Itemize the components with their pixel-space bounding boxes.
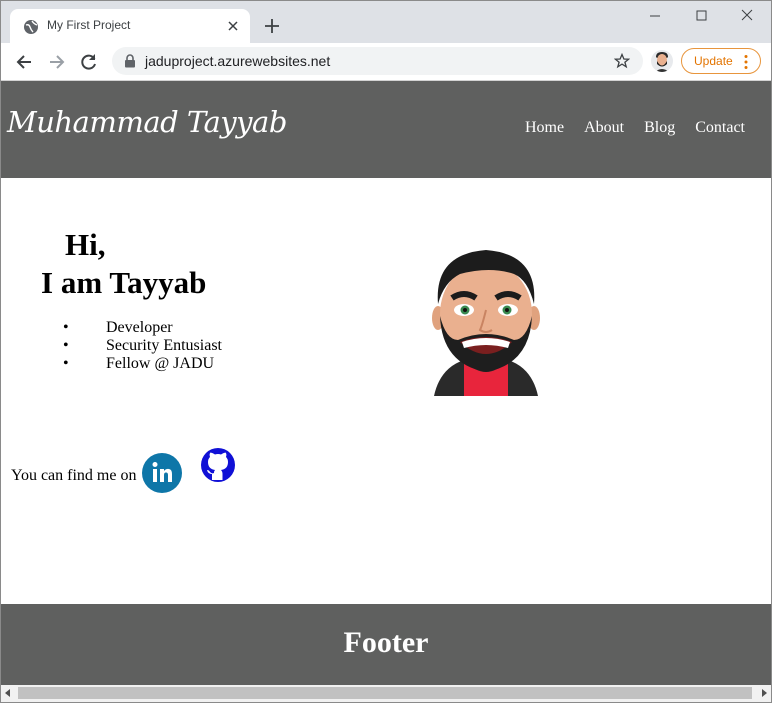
address-bar[interactable]: jaduproject.azurewebsites.net bbox=[112, 47, 643, 75]
avatar-image bbox=[432, 250, 540, 396]
window-close-icon[interactable] bbox=[736, 7, 758, 25]
back-icon[interactable] bbox=[14, 52, 34, 72]
linkedin-icon bbox=[152, 462, 172, 482]
site-footer: Footer bbox=[1, 604, 771, 685]
nav-blog[interactable]: Blog bbox=[644, 119, 675, 136]
tab-strip: My First Project bbox=[1, 1, 771, 43]
list-item: Fellow @ JADU bbox=[63, 355, 222, 373]
nav-contact[interactable]: Contact bbox=[695, 119, 745, 136]
greeting-line-1: Hi, bbox=[65, 227, 106, 262]
web-page: Muhammad Tayyab Home About Blog Contact … bbox=[1, 81, 771, 685]
url-text[interactable]: jaduproject.azurewebsites.net bbox=[145, 53, 330, 69]
close-icon[interactable] bbox=[226, 19, 240, 33]
forward-icon[interactable] bbox=[47, 52, 67, 72]
nav-about[interactable]: About bbox=[584, 119, 624, 136]
globe-icon bbox=[24, 20, 38, 34]
star-icon[interactable] bbox=[614, 53, 630, 69]
github-icon[interactable] bbox=[200, 447, 236, 483]
scroll-right-icon[interactable] bbox=[759, 688, 769, 698]
tab-my-first-project[interactable]: My First Project bbox=[10, 9, 250, 43]
list-item: Developer bbox=[63, 319, 222, 337]
nav-home[interactable]: Home bbox=[525, 119, 564, 136]
reload-icon[interactable] bbox=[79, 52, 99, 72]
avatar bbox=[655, 52, 669, 72]
scrollbar-thumb[interactable] bbox=[18, 687, 752, 699]
roles-list: Developer Security Entusiast Fellow @ JA… bbox=[63, 319, 222, 373]
site-nav: Home About Blog Contact bbox=[509, 119, 745, 137]
plus-icon[interactable] bbox=[263, 17, 281, 35]
browser-toolbar: jaduproject.azurewebsites.net Update bbox=[1, 43, 771, 81]
minimize-icon[interactable] bbox=[644, 7, 666, 25]
greeting-line-2: I am Tayyab bbox=[41, 265, 207, 300]
browser-window: My First Project jaduproject.azurewebsit… bbox=[0, 0, 772, 703]
maximize-icon[interactable] bbox=[690, 7, 712, 25]
horizontal-scrollbar[interactable] bbox=[1, 685, 771, 702]
profile-avatar[interactable] bbox=[651, 50, 673, 72]
tab-title: My First Project bbox=[47, 18, 131, 32]
site-logo[interactable]: Muhammad Tayyab bbox=[7, 105, 287, 139]
update-label: Update bbox=[694, 54, 733, 68]
update-button[interactable]: Update bbox=[681, 48, 761, 74]
more-icon[interactable] bbox=[743, 54, 749, 70]
scroll-left-icon[interactable] bbox=[3, 688, 13, 698]
greeting-heading: Hi, I am Tayyab bbox=[41, 226, 241, 302]
linkedin-link[interactable] bbox=[142, 453, 182, 493]
footer-title: Footer bbox=[343, 626, 429, 659]
lock-icon[interactable] bbox=[124, 54, 136, 68]
site-header: Muhammad Tayyab Home About Blog Contact bbox=[1, 81, 771, 178]
find-me-text: You can find me on bbox=[11, 467, 137, 484]
list-item: Security Entusiast bbox=[63, 337, 222, 355]
